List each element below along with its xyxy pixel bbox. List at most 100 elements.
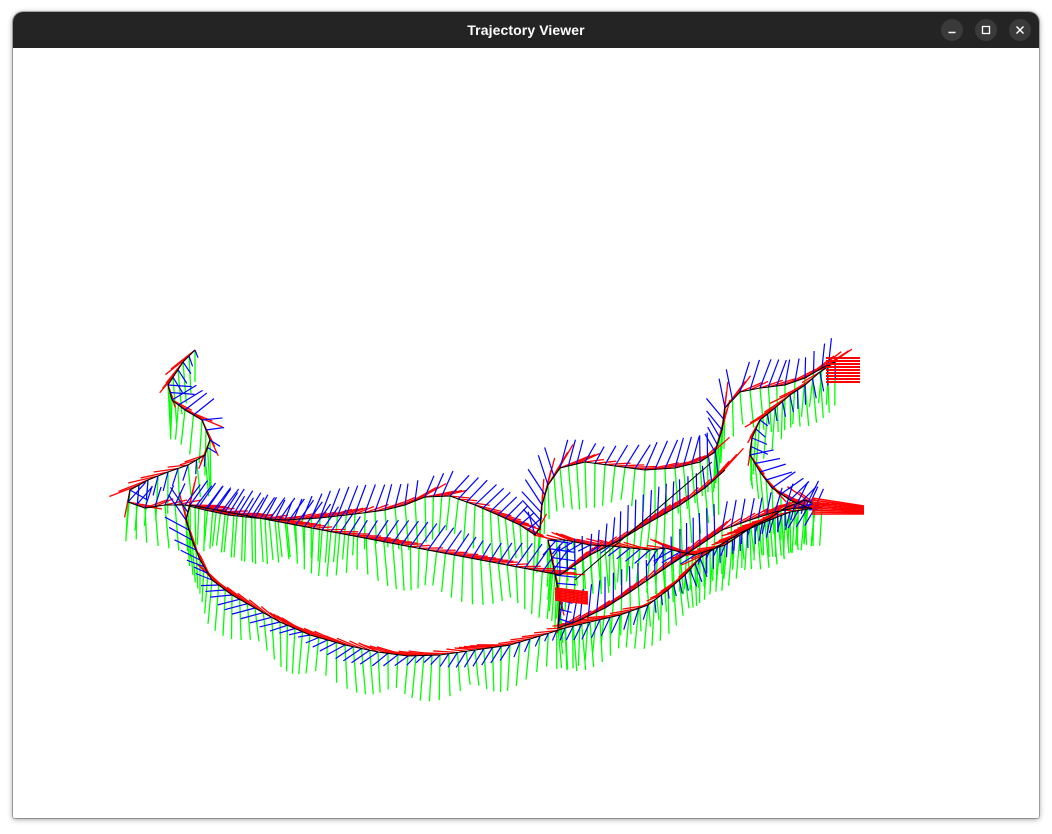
axis-segment-z [812, 350, 815, 374]
axis-segment-y [547, 484, 550, 520]
axis-segment-x [469, 645, 502, 647]
axis-segment-y [491, 647, 495, 692]
axis-segment-z [515, 543, 533, 568]
trajectory-plot[interactable] [13, 48, 1039, 818]
minimize-icon [948, 31, 956, 34]
axis-segment-z [626, 505, 629, 536]
axis-segment-y [203, 573, 209, 614]
axis-segment-y [796, 510, 799, 547]
axis-segment-y [471, 558, 474, 605]
axis-segment-y [474, 649, 480, 686]
axis-segment-y [243, 516, 247, 562]
axis-segment-z [577, 544, 591, 552]
axis-segment-y [189, 504, 192, 548]
axis-segment-y [519, 524, 523, 558]
axis-segment-z [551, 556, 576, 562]
axis-segment-y [572, 625, 578, 672]
axis-segment-y [789, 511, 792, 553]
axis-segment-x [717, 447, 744, 477]
axis-segment-y [180, 409, 186, 445]
z-axis-segments [127, 338, 836, 668]
axis-segment-y [207, 579, 213, 624]
axis-segment-y [214, 584, 220, 631]
axis-segment-z [544, 447, 555, 477]
axis-segment-y [771, 407, 776, 450]
trajectory-path [127, 349, 836, 657]
maximize-button[interactable] [975, 19, 997, 41]
close-icon [1016, 26, 1024, 34]
axis-segment-y [567, 465, 573, 510]
axis-segment-y [448, 653, 451, 697]
axis-segment-x [193, 414, 223, 428]
axis-segment-z [739, 361, 751, 393]
axis-segment-y [295, 524, 299, 564]
axis-segment-y [497, 514, 503, 560]
axis-segment-y [620, 597, 623, 636]
axis-segment-y [687, 499, 693, 543]
axis-segment-z [457, 477, 479, 500]
axis-segment-z [427, 524, 446, 551]
axis-segment-y [335, 533, 341, 576]
axis-segment-y [377, 651, 381, 693]
loop-closure-line [574, 461, 713, 581]
close-button[interactable] [1009, 19, 1031, 41]
axis-segment-y [440, 553, 447, 593]
axis-segment-z [619, 511, 622, 541]
axis-segment-y [489, 511, 494, 558]
axis-segment-y [438, 654, 441, 701]
axis-segment-y [341, 514, 347, 560]
axis-segment-y [610, 465, 616, 503]
axis-segment-z [424, 475, 435, 498]
axis-segment-z [224, 603, 248, 611]
axis-segment-y [417, 548, 420, 589]
axis-segment-y [241, 514, 244, 561]
axis-segment-y [424, 549, 429, 586]
axis-segment-z [209, 439, 221, 447]
axis-segment-z [616, 547, 631, 560]
axis-segment-y [480, 559, 484, 605]
axis-segment-y [608, 545, 611, 587]
trajectory-canvas[interactable] [13, 48, 1039, 818]
axis-segment-y [626, 535, 629, 578]
axis-segment-y [298, 631, 304, 675]
axis-segment-z [249, 616, 272, 624]
axis-segment-z [706, 508, 708, 541]
axis-segment-y [438, 496, 443, 536]
axis-segment-z [449, 474, 470, 497]
axis-segment-z [774, 407, 778, 422]
axis-segment-x [612, 581, 639, 604]
axis-segment-z [394, 655, 409, 667]
axis-segment-z [466, 479, 488, 503]
axis-segment-y [395, 654, 399, 688]
axis-segment-y [792, 381, 796, 425]
axis-segment-y [497, 563, 503, 602]
axis-segment-z [705, 398, 724, 420]
axis-segment-y [391, 543, 398, 590]
title-bar[interactable]: Trajectory Viewer [13, 12, 1039, 48]
axis-segment-z [755, 428, 766, 438]
endpoint-frames [554, 357, 865, 605]
axis-segment-y [559, 467, 565, 508]
axis-segment-y [651, 599, 656, 646]
axis-segment-z [288, 631, 303, 636]
axis-segment-z [210, 594, 233, 598]
minimize-button[interactable] [941, 19, 963, 41]
axis-segment-y [776, 385, 779, 433]
axis-segment-z [217, 598, 240, 606]
axis-segment-z [504, 501, 523, 519]
axis-segment-y [196, 506, 200, 545]
axis-segment-x [687, 478, 711, 500]
axis-segment-z [489, 491, 511, 513]
axis-segment-z [678, 479, 681, 506]
axis-segment-z [305, 636, 319, 644]
axis-segment-x [497, 514, 530, 525]
axis-segment-z [418, 523, 438, 549]
axis-segment-y [374, 539, 379, 581]
axis-segment-z [205, 426, 225, 431]
axis-segment-x [624, 465, 657, 468]
axis-segment-z [392, 520, 410, 544]
axis-segment-y [259, 518, 264, 563]
axis-segment-y [209, 439, 212, 486]
axis-segment-y [462, 501, 468, 542]
axis-segment-y [264, 518, 269, 565]
